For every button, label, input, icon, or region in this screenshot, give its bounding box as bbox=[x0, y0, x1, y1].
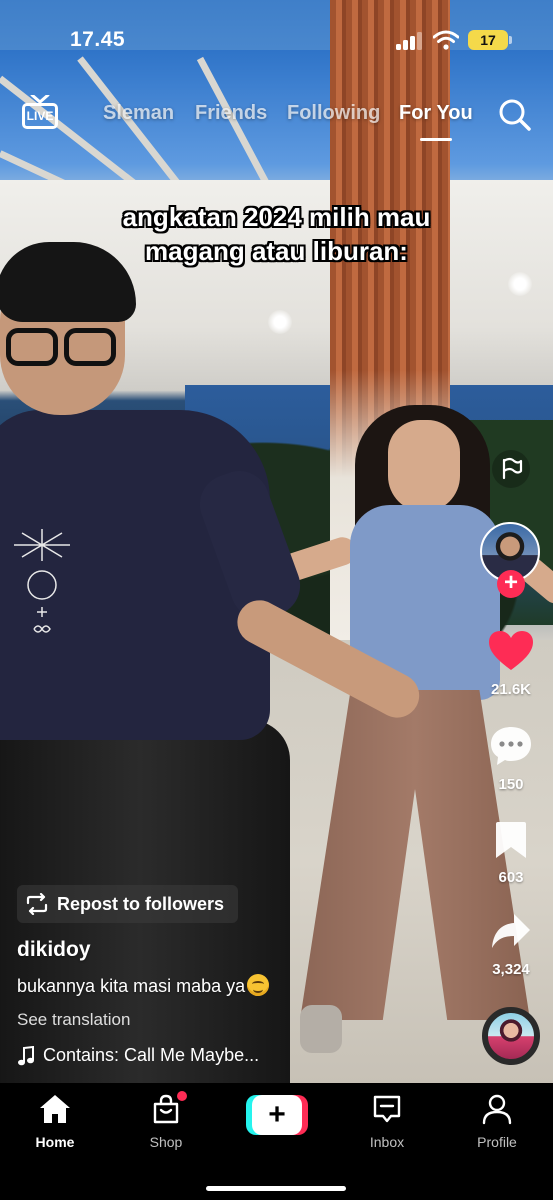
shirt-print-graphic bbox=[14, 529, 70, 633]
comment-icon bbox=[491, 727, 531, 765]
tab-for-you[interactable]: For You bbox=[399, 102, 473, 125]
plus-icon: + bbox=[252, 1095, 302, 1135]
bookmark-icon bbox=[496, 822, 526, 858]
tab-home[interactable]: Home bbox=[10, 1093, 100, 1150]
shop-notification-dot bbox=[177, 1091, 187, 1101]
music-title: Contains: Call Me Maybe... bbox=[43, 1045, 260, 1065]
repost-label: Repost to followers bbox=[57, 893, 225, 914]
home-indicator bbox=[206, 1186, 346, 1191]
live-antenna-icon bbox=[30, 95, 50, 103]
flag-icon bbox=[502, 457, 523, 480]
active-tab-indicator bbox=[420, 138, 452, 141]
bookmark-count: 603 bbox=[498, 869, 524, 886]
repost-icon bbox=[26, 893, 48, 915]
bookmark-button[interactable]: 603 bbox=[480, 820, 542, 886]
battery-cap bbox=[509, 36, 512, 44]
follow-button[interactable]: + bbox=[497, 570, 525, 598]
like-count: 21.6K bbox=[490, 681, 532, 698]
music-info[interactable]: Contains: Call Me Maybe... bbox=[17, 1045, 259, 1066]
woman-shoe bbox=[300, 1005, 342, 1053]
tab-following[interactable]: Following bbox=[287, 102, 380, 125]
home-icon bbox=[40, 1095, 70, 1123]
smile-emoji-icon bbox=[247, 974, 270, 996]
music-note-icon bbox=[18, 1045, 34, 1065]
share-icon bbox=[492, 914, 530, 948]
post-description: bukannya kita masi maba ya bbox=[17, 974, 270, 997]
tab-inbox[interactable]: Inbox bbox=[342, 1093, 432, 1150]
live-icon[interactable]: LIVE bbox=[22, 95, 58, 129]
profile-icon bbox=[482, 1094, 512, 1125]
woman-face bbox=[388, 420, 460, 512]
bottom-tab-bar: Home Shop + Inbox Profile bbox=[0, 1083, 553, 1200]
create-button[interactable]: + bbox=[246, 1095, 308, 1135]
top-nav: LIVE Sleman Friends Following For You bbox=[0, 88, 553, 148]
creator-username[interactable]: dikidoy bbox=[17, 938, 91, 962]
video-lamp bbox=[508, 272, 532, 296]
see-translation-link[interactable]: See translation bbox=[17, 1010, 130, 1030]
tab-home-label: Home bbox=[35, 1134, 75, 1150]
status-bar: 17.45 17 bbox=[0, 0, 553, 58]
tab-shop-label: Shop bbox=[149, 1134, 183, 1150]
caption-line: magang atau liburan: bbox=[145, 236, 408, 266]
tab-sleman[interactable]: Sleman bbox=[103, 102, 174, 125]
wifi-icon bbox=[433, 30, 459, 50]
man-glasses bbox=[2, 328, 120, 368]
tab-inbox-label: Inbox bbox=[369, 1134, 405, 1150]
comment-button[interactable]: 150 bbox=[480, 725, 542, 793]
share-count: 3,324 bbox=[492, 961, 530, 978]
tab-shop[interactable]: Shop bbox=[121, 1091, 211, 1150]
inbox-icon bbox=[373, 1095, 401, 1123]
signal-icon bbox=[396, 32, 422, 50]
search-icon[interactable] bbox=[498, 98, 532, 132]
tab-profile-label: Profile bbox=[477, 1134, 517, 1150]
video-lamp bbox=[268, 310, 292, 334]
like-button[interactable]: 21.6K bbox=[480, 630, 542, 698]
caption-line: angkatan 2024 milih mau bbox=[122, 202, 431, 232]
report-button[interactable] bbox=[492, 450, 530, 488]
music-disc[interactable] bbox=[482, 1007, 540, 1065]
live-label: LIVE bbox=[22, 103, 58, 129]
description-text: bukannya kita masi maba ya bbox=[17, 976, 246, 996]
heart-icon bbox=[489, 631, 533, 670]
status-time: 17.45 bbox=[70, 28, 126, 51]
tab-friends[interactable]: Friends bbox=[195, 102, 267, 125]
comment-count: 150 bbox=[498, 776, 524, 793]
tab-profile[interactable]: Profile bbox=[452, 1093, 542, 1150]
video-caption: angkatan 2024 milih mau magang atau libu… bbox=[0, 200, 553, 268]
repost-button[interactable]: Repost to followers bbox=[17, 885, 239, 923]
battery-icon: 17 bbox=[468, 30, 508, 50]
share-button[interactable]: 3,324 bbox=[480, 912, 542, 978]
